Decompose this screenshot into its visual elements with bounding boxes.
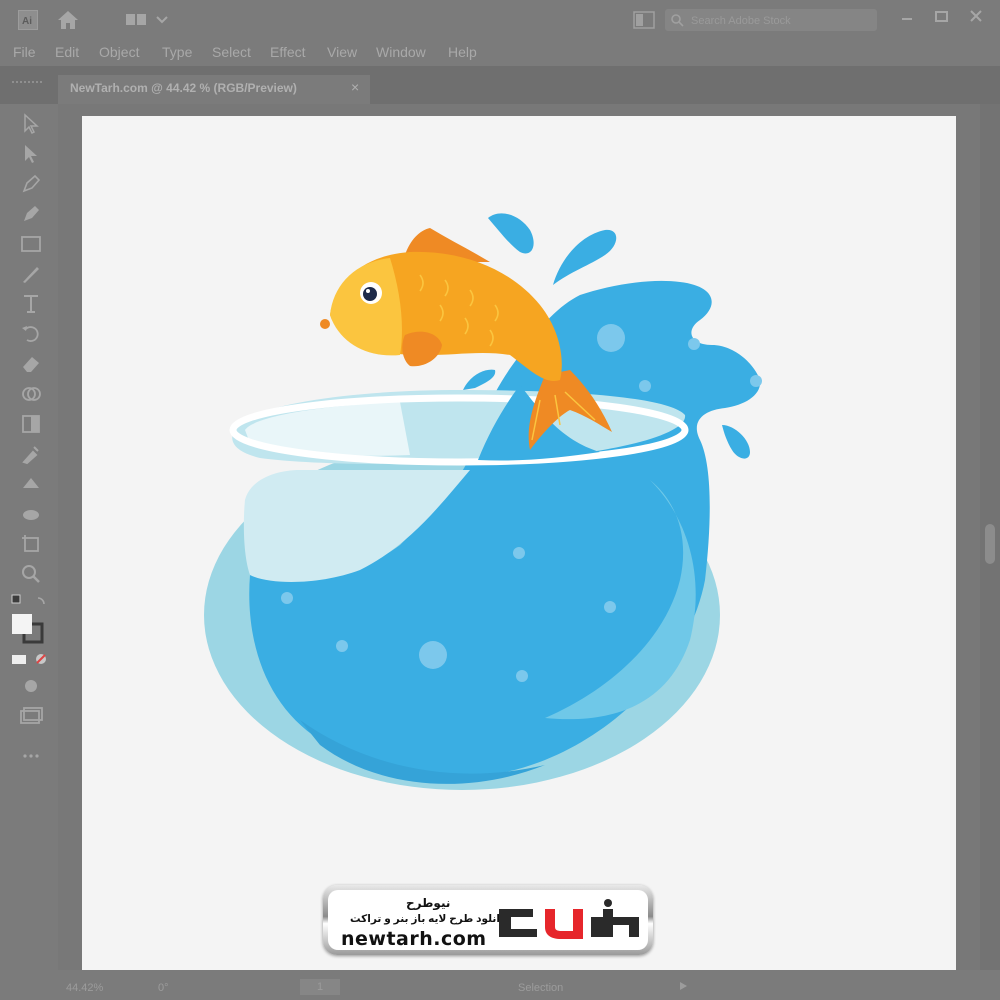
shape-builder-tool-icon[interactable] — [19, 382, 43, 406]
fish-mouth — [320, 319, 330, 329]
goldfish-bowl-illustration — [204, 213, 762, 790]
artboard-tool-icon[interactable] — [19, 532, 43, 556]
rotate-tool-icon[interactable] — [19, 322, 43, 346]
search-icon — [671, 14, 684, 27]
menu-select[interactable]: Select — [212, 44, 251, 60]
workspace-switcher-icon[interactable] — [125, 12, 171, 33]
eraser-tool-icon[interactable] — [19, 352, 43, 376]
watermark-badge: نیوطرح دانلود طرح لایه باز بنر و تراکت n… — [323, 885, 653, 955]
menu-type[interactable]: Type — [162, 44, 192, 60]
watermark-tagline: دانلود طرح لایه باز بنر و تراکت — [350, 913, 506, 925]
svg-text:Ai: Ai — [22, 16, 32, 27]
document-tab[interactable]: NewTarh.com @ 44.42 % (RGB/Preview) × — [58, 75, 370, 104]
bubble — [639, 380, 651, 392]
eyedropper-tool-icon[interactable] — [19, 442, 43, 466]
close-tab-icon[interactable]: × — [351, 79, 359, 95]
illustrator-logo-icon[interactable]: Ai — [18, 10, 38, 30]
bubble — [516, 670, 528, 682]
bubble — [336, 640, 348, 652]
tools-panel — [0, 104, 58, 970]
water-droplet — [553, 229, 617, 285]
document-tab-title: NewTarh.com @ 44.42 % (RGB/Preview) — [70, 81, 297, 95]
symbol-sprayer-tool-icon[interactable] — [19, 502, 43, 526]
menu-object[interactable]: Object — [99, 44, 139, 60]
newtarh-logo-icon — [499, 899, 639, 939]
document-tab-bar: NewTarh.com @ 44.42 % (RGB/Preview) × — [0, 66, 1000, 104]
more-tools-icon[interactable] — [19, 744, 43, 768]
vertical-scrollbar[interactable] — [980, 104, 1000, 970]
artboard[interactable] — [82, 116, 956, 971]
maximize-icon[interactable] — [931, 6, 953, 28]
current-tool-status: Selection — [518, 982, 564, 994]
title-bar: Ai — [0, 0, 1000, 40]
screen-mode-icon[interactable] — [19, 704, 43, 728]
selection-tool-icon[interactable] — [19, 112, 43, 136]
bubble — [419, 641, 447, 669]
menu-bar: File Edit Object Type Select Effect View… — [0, 40, 1000, 66]
paintbrush-tool-icon[interactable] — [19, 262, 43, 286]
fill-stroke-icon[interactable] — [10, 612, 50, 646]
swap-fill-stroke-icon[interactable] — [10, 592, 50, 612]
watermark-brand: نیوطرح — [406, 896, 451, 910]
menu-help[interactable]: Help — [448, 44, 477, 60]
gradient-tool-icon[interactable] — [19, 412, 43, 436]
rotation-angle[interactable]: 0° — [158, 982, 169, 994]
bubble — [513, 547, 525, 559]
scrollbar-thumb[interactable] — [985, 524, 995, 564]
rectangle-tool-icon[interactable] — [19, 232, 43, 256]
draw-mode-icon[interactable] — [19, 674, 43, 698]
watermark-inner: نیوطرح دانلود طرح لایه باز بنر و تراکت n… — [328, 890, 648, 950]
collapse-panel-icon[interactable] — [12, 72, 42, 90]
search-input[interactable] — [689, 11, 873, 31]
water-droplet — [463, 369, 496, 390]
menu-file[interactable]: File — [13, 44, 36, 60]
bubble — [281, 592, 293, 604]
type-tool-icon[interactable] — [19, 292, 43, 316]
bubble — [750, 375, 762, 387]
search-field[interactable] — [665, 9, 877, 31]
status-bar: 44.42% 0° 1 Selection — [0, 970, 1000, 1000]
water-droplet — [722, 425, 750, 459]
zoom-tool-icon[interactable] — [19, 562, 43, 586]
direct-selection-tool-icon[interactable] — [19, 142, 43, 166]
menu-edit[interactable]: Edit — [55, 44, 79, 60]
water-droplet — [488, 213, 534, 254]
fish-pectoral-fin — [402, 331, 442, 367]
arrange-documents-icon[interactable] — [633, 11, 655, 34]
watermark-url: newtarh.com — [341, 928, 487, 950]
pen-tool-icon[interactable] — [19, 172, 43, 196]
menu-view[interactable]: View — [327, 44, 357, 60]
zoom-level[interactable]: 44.42% — [66, 982, 103, 994]
menu-window[interactable]: Window — [376, 44, 426, 60]
menu-effect[interactable]: Effect — [270, 44, 306, 60]
bubble — [604, 601, 616, 613]
home-icon[interactable] — [55, 8, 81, 37]
canvas-area[interactable] — [58, 104, 980, 971]
blend-tool-icon[interactable] — [19, 472, 43, 496]
bubble — [597, 324, 625, 352]
minimize-icon[interactable] — [896, 6, 918, 28]
close-icon[interactable] — [965, 6, 987, 28]
fish-head — [330, 258, 402, 356]
bubble — [688, 338, 700, 350]
color-mode-icon[interactable] — [10, 650, 50, 668]
play-icon[interactable] — [678, 981, 688, 994]
curvature-tool-icon[interactable] — [19, 202, 43, 226]
artboard-number[interactable]: 1 — [300, 979, 340, 995]
